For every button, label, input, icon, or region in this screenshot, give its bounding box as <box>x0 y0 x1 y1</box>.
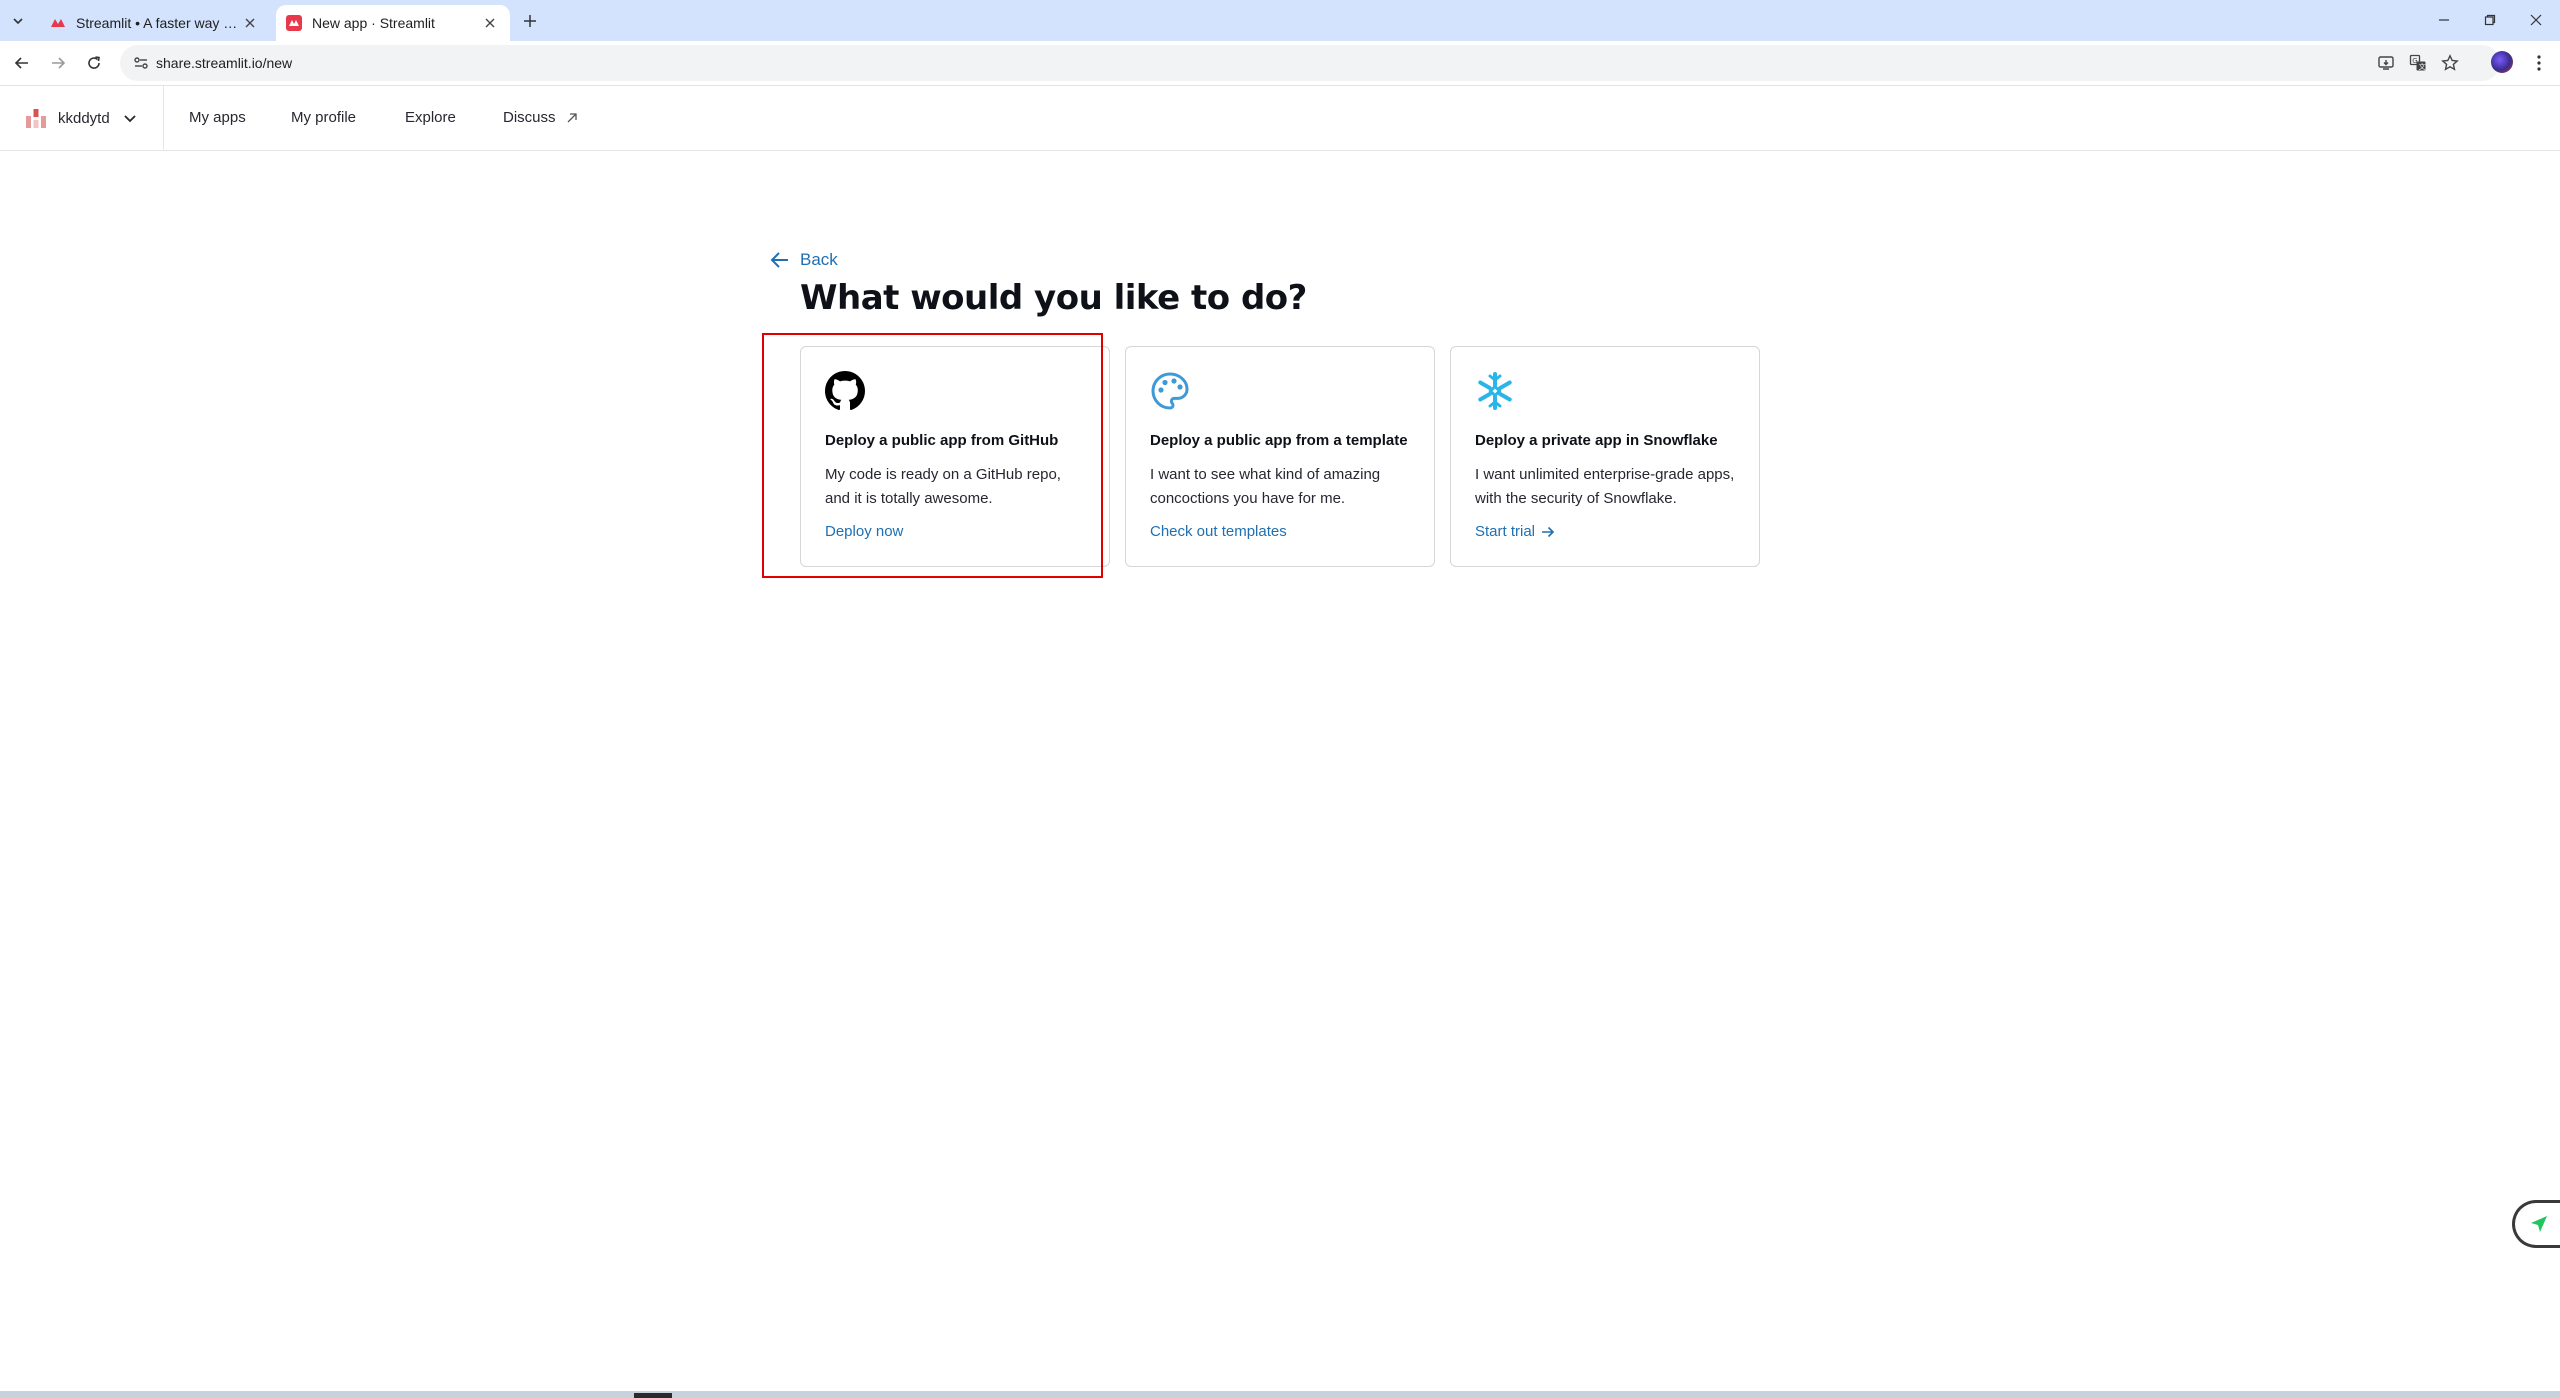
card-title: Deploy a private app in Snowflake <box>1475 432 1718 449</box>
browser-toolbar: share.streamlit.io/new G文 <box>0 41 2560 86</box>
taskbar-strip <box>0 1391 2560 1398</box>
card-description: I want unlimited enterprise-grade apps, … <box>1475 466 1735 507</box>
card-description: My code is ready on a GitHub repo, and i… <box>825 466 1061 507</box>
deploy-now-link[interactable]: Deploy now <box>825 523 903 540</box>
minimize-window-icon[interactable] <box>2424 6 2464 34</box>
check-out-templates-link[interactable]: Check out templates <box>1150 523 1287 540</box>
browser-tab-streamlit-home[interactable]: Streamlit • A faster way to build <box>40 5 270 41</box>
snowflake-icon <box>1478 372 1512 410</box>
github-icon <box>825 371 865 411</box>
new-tab-plus-icon[interactable] <box>518 9 542 33</box>
close-tab-icon[interactable] <box>240 13 260 33</box>
nav-my-apps[interactable]: My apps <box>189 86 246 150</box>
page-title: What would you like to do? <box>800 278 1307 318</box>
url-text: share.streamlit.io/new <box>156 55 293 71</box>
workspace-switcher[interactable]: kkddytd <box>0 86 164 150</box>
back-link[interactable]: Back <box>770 248 838 272</box>
browser-menu-icon[interactable] <box>2528 51 2550 75</box>
restore-window-icon[interactable] <box>2470 6 2510 34</box>
svg-text:G: G <box>2412 57 2417 65</box>
address-bar[interactable]: share.streamlit.io/new G文 <box>120 45 2500 81</box>
link-label: Start trial <box>1475 523 1536 540</box>
card-description: I want to see what kind of amazing conco… <box>1150 466 1381 507</box>
forward-arrow-icon[interactable] <box>46 51 70 75</box>
external-link-icon <box>567 113 577 123</box>
chevron-down-icon <box>124 115 136 123</box>
browser-profile-avatar[interactable] <box>2491 51 2513 73</box>
app-header: kkddytd My apps My profile Explore Discu… <box>0 86 2560 151</box>
taskbar-indicator <box>634 1393 672 1398</box>
card-deploy-snowflake[interactable]: Deploy a private app in Snowflake I want… <box>1450 346 1760 567</box>
bookmark-star-icon[interactable] <box>2440 53 2460 73</box>
nav-explore[interactable]: Explore <box>405 86 456 150</box>
workspace-name: kkddytd <box>58 109 110 127</box>
tab-title: New app · Streamlit <box>312 15 435 31</box>
back-label: Back <box>800 250 838 269</box>
start-trial-link[interactable]: Start trial <box>1475 523 1555 540</box>
site-info-icon[interactable] <box>132 54 150 72</box>
translate-icon[interactable]: G文 <box>2408 53 2428 73</box>
reload-icon[interactable] <box>82 51 106 75</box>
link-label: Deploy now <box>825 523 904 540</box>
browser-tab-new-app[interactable]: New app · Streamlit <box>276 5 510 41</box>
back-arrow-icon[interactable] <box>10 51 34 75</box>
install-app-icon[interactable] <box>2376 53 2396 73</box>
browser-tab-strip: Streamlit • A faster way to build New ap… <box>0 0 2560 41</box>
nav-my-profile[interactable]: My profile <box>291 86 356 150</box>
arrow-right-icon <box>1542 526 1555 537</box>
arrow-left-icon <box>770 252 788 268</box>
send-icon <box>2527 1213 2550 1235</box>
feedback-widget-button[interactable] <box>2512 1200 2560 1248</box>
card-title: Deploy a public app from GitHub <box>825 432 1059 449</box>
svg-text:文: 文 <box>2419 62 2426 71</box>
tab-search-chevron-icon[interactable] <box>6 9 30 33</box>
close-window-icon[interactable] <box>2516 6 2556 34</box>
tab-title: Streamlit • A faster way to build <box>76 15 240 31</box>
card-deploy-github[interactable]: Deploy a public app from GitHub My code … <box>800 346 1110 567</box>
link-label: Check out templates <box>1150 523 1287 540</box>
streamlit-favicon-icon <box>286 15 302 31</box>
workspace-avatar-icon <box>26 109 46 128</box>
card-deploy-template[interactable]: Deploy a public app from a template I wa… <box>1125 346 1435 567</box>
card-title: Deploy a public app from a template <box>1150 432 1408 449</box>
close-tab-icon[interactable] <box>480 13 500 33</box>
palette-icon <box>1151 372 1189 410</box>
streamlit-favicon-icon <box>51 19 65 27</box>
nav-discuss[interactable]: Discuss <box>503 86 556 150</box>
